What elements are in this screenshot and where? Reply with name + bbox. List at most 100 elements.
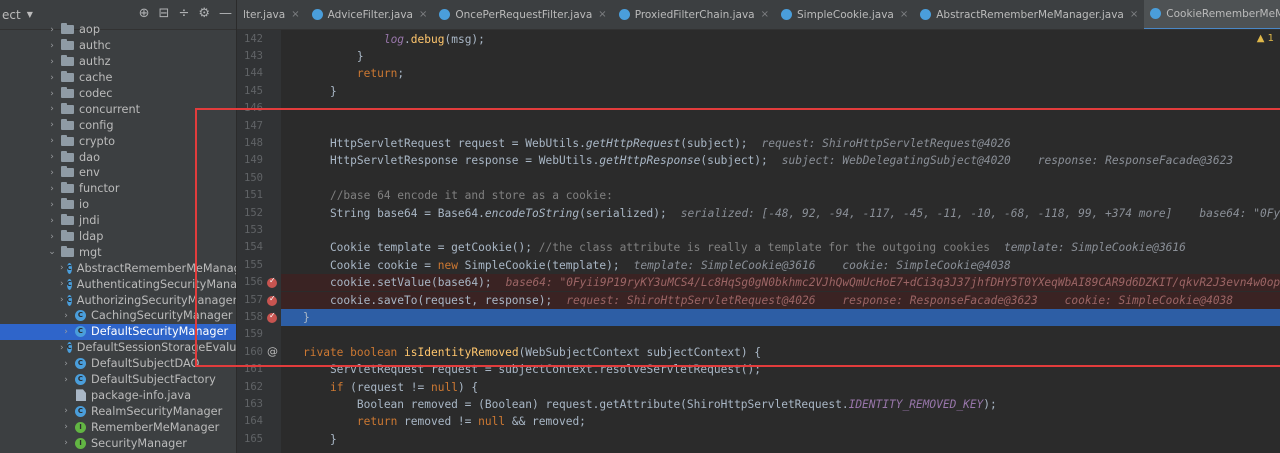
chevron-right-icon[interactable]: ›: [60, 279, 64, 289]
project-view-label[interactable]: ect: [2, 8, 21, 22]
chevron-right-icon[interactable]: ›: [60, 406, 72, 416]
code-line[interactable]: }: [281, 48, 1280, 65]
chevron-right-icon[interactable]: ›: [46, 136, 58, 146]
code-line[interactable]: cookie.saveTo(request, response); request…: [281, 291, 1280, 309]
tree-item[interactable]: › C AbstractRememberMeManag: [0, 260, 236, 276]
code-line[interactable]: HttpServletResponse response = WebUtils.…: [281, 152, 1280, 169]
code-line[interactable]: HttpServletRequest request = WebUtils.ge…: [281, 135, 1280, 152]
chevron-right-icon[interactable]: ›: [46, 200, 58, 210]
code-line[interactable]: Cookie template = getCookie(); //the cla…: [281, 239, 1280, 256]
tree-item[interactable]: › ldap: [0, 229, 236, 245]
line-gutter[interactable]: 142 143 144 145 146 147 148 149 150 151 152 153 154 1…: [237, 30, 281, 453]
close-icon[interactable]: ×: [900, 9, 908, 20]
editor-tab[interactable]: AdviceFilter.java ×: [306, 0, 434, 29]
chevron-right-icon[interactable]: ›: [60, 375, 72, 385]
annotation-icon[interactable]: @: [267, 345, 278, 358]
close-icon[interactable]: ×: [598, 9, 606, 20]
code-line[interactable]: log.debug(msg);: [281, 31, 1280, 48]
tree-item[interactable]: › config: [0, 117, 236, 133]
tree-item[interactable]: › crypto: [0, 133, 236, 149]
code-line[interactable]: Cookie cookie = new SimpleCookie(templat…: [281, 257, 1280, 274]
code-line[interactable]: }: [281, 83, 1280, 100]
chevron-right-icon[interactable]: ›: [46, 25, 58, 35]
code-line[interactable]: return removed != null && removed;: [281, 413, 1280, 430]
code-line[interactable]: [281, 170, 1280, 187]
tree-item[interactable]: ⌄ mgt: [0, 244, 236, 260]
tree-item[interactable]: › authc: [0, 38, 236, 54]
tree-item[interactable]: › C DefaultSessionStorageEvalua: [0, 340, 236, 356]
chevron-right-icon[interactable]: ›: [46, 57, 58, 67]
code-line[interactable]: String base64 = Base64.encodeToString(se…: [281, 205, 1280, 222]
chevron-right-icon[interactable]: ›: [60, 295, 64, 305]
chevron-right-icon[interactable]: ›: [60, 311, 72, 321]
chevron-right-icon[interactable]: ›: [46, 184, 58, 194]
tree-item[interactable]: › C CachingSecurityManager: [0, 308, 236, 324]
tree-item[interactable]: › C AuthorizingSecurityManager: [0, 292, 236, 308]
tree-item[interactable]: › I SecurityManager: [0, 435, 236, 451]
collapse-all-icon[interactable]: ⊟: [159, 6, 170, 21]
breakpoint-icon[interactable]: [267, 311, 277, 323]
gear-icon[interactable]: ⚙: [198, 6, 210, 21]
tree-item[interactable]: › C AuthenticatingSecurityManag: [0, 276, 236, 292]
tree-item[interactable]: package-info.java: [0, 387, 236, 403]
tree-item[interactable]: › concurrent: [0, 101, 236, 117]
chevron-right-icon[interactable]: ›: [46, 73, 58, 83]
close-icon[interactable]: ×: [761, 9, 769, 20]
code-line[interactable]: }: [281, 431, 1280, 448]
chevron-right-icon[interactable]: ›: [46, 120, 58, 130]
expand-all-icon[interactable]: ÷: [178, 6, 189, 21]
code-line[interactable]: cookie.setValue(base64); base64: "0Fyii9P…: [281, 274, 1280, 292]
code-line[interactable]: rivate boolean isIdentityRemoved(WebSubj…: [281, 344, 1280, 361]
tree-item[interactable]: › functor: [0, 181, 236, 197]
code-line[interactable]: [281, 118, 1280, 135]
tree-item[interactable]: › C DefaultSecurityManager: [0, 323, 236, 340]
code-line[interactable]: [281, 326, 1280, 343]
target-icon[interactable]: ⊕: [139, 6, 150, 21]
code-line[interactable]: if (request != null) {: [281, 379, 1280, 396]
tree-item[interactable]: › I RememberMeManager: [0, 419, 236, 435]
code-line[interactable]: Boolean removed = (Boolean) request.getA…: [281, 396, 1280, 413]
code-editor[interactable]: 142 143 144 145 146 147 148 149 150 151 152 153 154 1…: [237, 30, 1280, 453]
chevron-right-icon[interactable]: ›: [60, 438, 72, 448]
editor-tab[interactable]: OncePerRequestFilter.java ×: [433, 0, 612, 29]
chevron-right-icon[interactable]: ›: [46, 152, 58, 162]
chevron-right-icon[interactable]: ›: [60, 422, 72, 432]
chevron-right-icon[interactable]: ›: [46, 41, 58, 51]
editor-tab[interactable]: CookieRememberMeManager.java×: [1144, 0, 1280, 29]
warning-indicator[interactable]: ▲ 1: [1257, 33, 1274, 44]
editor-tab[interactable]: lter.java ×: [237, 0, 306, 29]
editor-tab[interactable]: ProxiedFilterChain.java ×: [613, 0, 775, 29]
close-icon[interactable]: ×: [291, 9, 299, 20]
editor-tab[interactable]: AbstractRememberMeManager.java ×: [914, 0, 1144, 29]
chevron-down-icon[interactable]: ⌄: [46, 247, 58, 257]
tree-item[interactable]: › jndi: [0, 213, 236, 229]
tree-item[interactable]: › io: [0, 197, 236, 213]
close-icon[interactable]: ×: [1130, 9, 1138, 20]
tree-item[interactable]: › cache: [0, 70, 236, 86]
code-line[interactable]: return;: [281, 65, 1280, 82]
chevron-right-icon[interactable]: ›: [46, 104, 58, 114]
tree-item[interactable]: › env: [0, 165, 236, 181]
tree-item[interactable]: › authz: [0, 54, 236, 70]
tree-item[interactable]: › dao: [0, 149, 236, 165]
chevron-right-icon[interactable]: ›: [60, 359, 72, 369]
chevron-right-icon[interactable]: ›: [46, 168, 58, 178]
chevron-right-icon[interactable]: ›: [60, 343, 64, 353]
tree-item[interactable]: › aop: [0, 22, 236, 38]
chevron-right-icon[interactable]: ›: [60, 263, 64, 273]
tree-item[interactable]: › C RealmSecurityManager: [0, 403, 236, 419]
editor-tab[interactable]: SimpleCookie.java ×: [775, 0, 914, 29]
chevron-right-icon[interactable]: ›: [46, 232, 58, 242]
breakpoint-icon[interactable]: [267, 294, 277, 306]
code-line[interactable]: [281, 222, 1280, 239]
code-line[interactable]: ServletRequest request = subjectContext.…: [281, 361, 1280, 378]
chevron-right-icon[interactable]: ›: [46, 89, 58, 99]
tree-item[interactable]: › codec: [0, 86, 236, 102]
chevron-down-icon[interactable]: ▼: [27, 10, 33, 19]
tree-item[interactable]: › C DefaultSubjectDAO: [0, 356, 236, 372]
chevron-right-icon[interactable]: ›: [46, 216, 58, 226]
close-icon[interactable]: ×: [419, 9, 427, 20]
chevron-right-icon[interactable]: ›: [60, 327, 72, 337]
code-line[interactable]: }: [281, 308, 1280, 327]
hide-panel-icon[interactable]: —: [219, 6, 232, 21]
